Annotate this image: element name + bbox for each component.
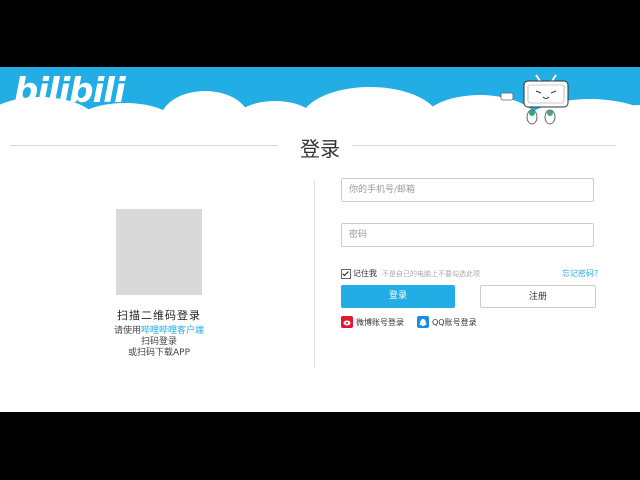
weibo-login[interactable]: 微博账号登录: [341, 316, 404, 328]
qr-download-app: 或扫码下载APP: [127, 348, 190, 358]
qr-title: 扫描二维码登录: [117, 309, 201, 322]
header-banner: bilibili: [0, 67, 640, 127]
qq-icon: [417, 316, 429, 328]
qr-code: [116, 209, 202, 295]
page-title: 登录: [288, 137, 352, 161]
remember-label: 记住我: [353, 269, 377, 278]
weibo-login-label: 微博账号登录: [356, 317, 404, 327]
username-input[interactable]: [341, 178, 594, 202]
title-row: 登录: [0, 133, 640, 161]
tv-mascot-icon: [523, 74, 569, 125]
qq-login-label: QQ账号登录: [432, 317, 477, 327]
vertical-divider: [314, 180, 315, 368]
remember-checkbox[interactable]: [341, 268, 351, 279]
register-button[interactable]: 注册: [480, 285, 596, 308]
qq-login[interactable]: QQ账号登录: [417, 316, 477, 328]
forgot-password-link[interactable]: 忘记密码?: [562, 268, 598, 279]
cloud-decoration: [300, 87, 440, 127]
bilibili-logo[interactable]: bilibili: [14, 71, 126, 111]
weibo-icon: [341, 316, 353, 328]
remember-hint: 不是自己的电脑上不要勾选此项: [382, 270, 480, 278]
small-tv-icon: [500, 92, 514, 101]
remember-me[interactable]: 记住我: [341, 268, 377, 279]
login-button[interactable]: 登录: [341, 285, 455, 308]
login-page: bilibili 登录 扫描二维码登录 请使用哔哩哔哩客户端 扫码登录 或扫码下…: [0, 67, 640, 412]
password-input[interactable]: [341, 223, 594, 247]
